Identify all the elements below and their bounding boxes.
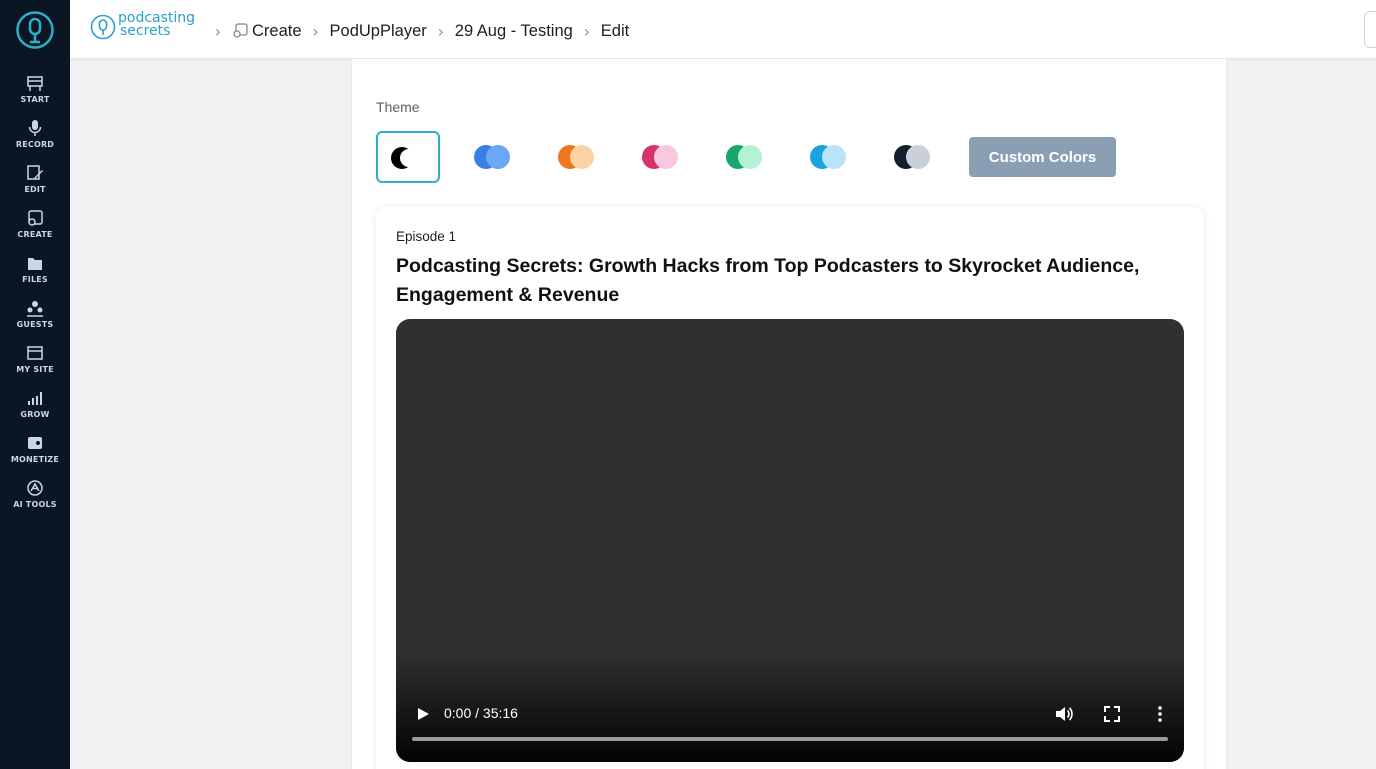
theme-swatch-sky[interactable] bbox=[796, 131, 860, 183]
theme-swatch-pink[interactable] bbox=[628, 131, 692, 183]
sidebar: START RECORD EDIT CREATE FILES GUESTS MY… bbox=[0, 0, 70, 769]
breadcrumb-create[interactable]: Create bbox=[252, 22, 302, 41]
create-icon bbox=[233, 23, 248, 38]
sidebar-item-create[interactable]: CREATE bbox=[0, 209, 70, 249]
volume-icon[interactable] bbox=[1054, 704, 1074, 724]
chevron-right-icon: › bbox=[437, 21, 444, 41]
sidebar-item-label: GROW bbox=[20, 410, 50, 419]
episode-title: Podcasting Secrets: Growth Hacks from To… bbox=[396, 255, 1140, 306]
create-icon bbox=[28, 210, 43, 226]
play-icon[interactable] bbox=[416, 707, 430, 721]
custom-colors-button[interactable]: Custom Colors bbox=[969, 137, 1116, 177]
sidebar-item-record[interactable]: RECORD bbox=[0, 119, 70, 159]
sidebar-item-start[interactable]: START bbox=[0, 74, 70, 114]
sidebar-item-grow[interactable]: GROW bbox=[0, 389, 70, 429]
theme-swatch-dark[interactable] bbox=[376, 131, 440, 183]
theme-swatch-orange[interactable] bbox=[544, 131, 608, 183]
sidebar-item-label: MONETIZE bbox=[10, 455, 60, 464]
video-player[interactable]: 0:00 / 35:16 bbox=[396, 319, 1184, 762]
brand-logo[interactable]: podcasting secrets bbox=[90, 11, 202, 42]
files-icon bbox=[28, 258, 42, 270]
ai-tools-icon bbox=[27, 480, 43, 496]
my-site-icon bbox=[27, 346, 43, 360]
episode-number: Episode 1 bbox=[396, 229, 457, 244]
breadcrumb-edit: Edit bbox=[600, 21, 630, 40]
more-options-icon[interactable] bbox=[1150, 704, 1170, 724]
moon-icon bbox=[391, 147, 414, 169]
swatch-secondary-dot bbox=[654, 145, 678, 169]
sidebar-item-label: EDIT bbox=[24, 185, 46, 194]
podcasting-secrets-logo-icon bbox=[90, 14, 116, 40]
guests-icon bbox=[27, 301, 43, 317]
sidebar-item-label: CREATE bbox=[17, 230, 53, 239]
theme-swatch-blue[interactable] bbox=[460, 131, 524, 183]
sidebar-item-monetize[interactable]: MONETIZE bbox=[0, 434, 70, 474]
playback-progress-bar[interactable] bbox=[412, 737, 1168, 741]
episode-card: Episode 1 Podcasting Secrets: Growth Hac… bbox=[376, 207, 1204, 769]
chevron-right-icon: › bbox=[583, 21, 590, 41]
breadcrumb-episode[interactable]: 29 Aug - Testing bbox=[455, 22, 573, 41]
playback-time: 0:00 / 35:16 bbox=[444, 705, 518, 721]
player-editor-panel: Theme Custom Colors Episode 1 Podcasting… bbox=[351, 59, 1227, 769]
swatch-secondary-dot bbox=[486, 145, 510, 169]
sidebar-item-label: START bbox=[20, 95, 50, 104]
start-icon bbox=[27, 76, 43, 91]
header-action-button[interactable] bbox=[1364, 11, 1376, 48]
sidebar-item-label: RECORD bbox=[15, 140, 55, 149]
breadcrumb-podupplayer[interactable]: PodUpPlayer bbox=[330, 22, 427, 41]
swatch-secondary-dot bbox=[738, 145, 762, 169]
sidebar-item-label: AI TOOLS bbox=[13, 500, 57, 509]
theme-label: Theme bbox=[376, 99, 420, 115]
theme-swatch-slate[interactable] bbox=[880, 131, 944, 183]
top-bar: podcasting secrets › Create › PodUpPlaye… bbox=[70, 0, 1376, 59]
edit-icon bbox=[27, 165, 43, 180]
sidebar-item-my-site[interactable]: MY SITE bbox=[0, 344, 70, 384]
chevron-right-icon: › bbox=[214, 21, 222, 41]
fullscreen-icon[interactable] bbox=[1102, 704, 1122, 724]
breadcrumb: › Create › PodUpPlayer › 29 Aug - Testin… bbox=[204, 19, 629, 43]
brand-line-2: secrets bbox=[120, 23, 171, 39]
theme-swatch-green[interactable] bbox=[712, 131, 776, 183]
chevron-right-icon: › bbox=[312, 21, 319, 41]
sidebar-item-label: GUESTS bbox=[16, 320, 54, 329]
swatch-secondary-dot bbox=[570, 145, 594, 169]
sidebar-item-edit[interactable]: EDIT bbox=[0, 164, 70, 204]
sidebar-item-files[interactable]: FILES bbox=[0, 254, 70, 294]
brand-wordmark: podcasting secrets bbox=[118, 11, 195, 39]
swatch-secondary-dot bbox=[822, 145, 846, 169]
podcast-mic-logo-icon[interactable] bbox=[16, 11, 54, 49]
sidebar-item-label: FILES bbox=[22, 275, 48, 284]
sidebar-item-label: MY SITE bbox=[16, 365, 54, 374]
microphone-icon bbox=[28, 120, 42, 136]
sidebar-item-ai-tools[interactable]: AI TOOLS bbox=[0, 479, 70, 519]
monetize-icon bbox=[28, 437, 42, 449]
swatch-secondary-dot bbox=[906, 145, 930, 169]
sidebar-item-guests[interactable]: GUESTS bbox=[0, 299, 70, 339]
grow-icon bbox=[28, 392, 42, 405]
